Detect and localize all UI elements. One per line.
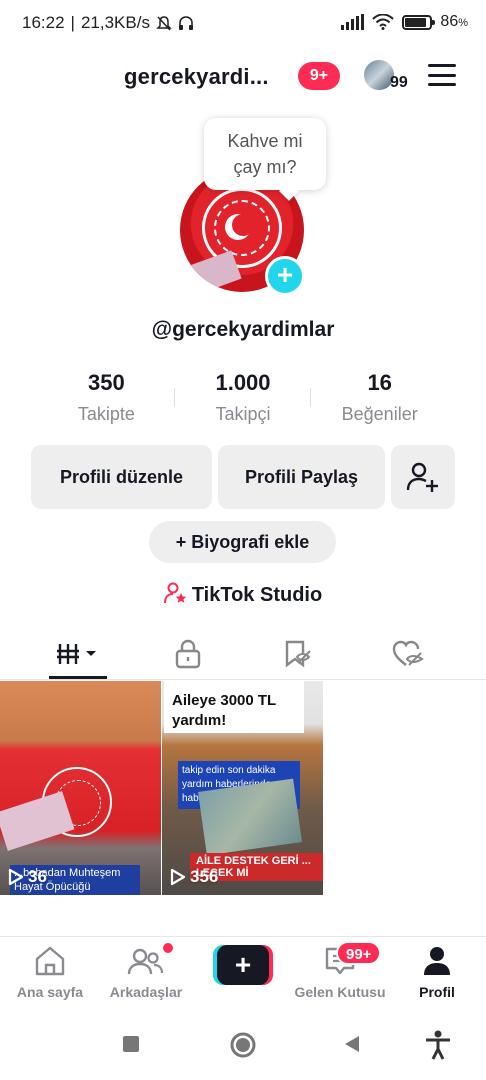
view-count: 36 <box>8 867 47 887</box>
nav-friends[interactable]: Arkadaşlar <box>104 945 188 1000</box>
stat-following[interactable]: 350 Takipte <box>38 370 175 425</box>
heart-hidden-icon <box>392 640 424 666</box>
tab-private[interactable] <box>158 634 218 674</box>
play-icon <box>8 868 24 886</box>
battery-level: 86 <box>440 13 459 30</box>
tab-liked[interactable] <box>378 634 438 674</box>
square-icon <box>123 1036 139 1052</box>
nav-profile[interactable]: Profil <box>408 945 466 1000</box>
accessibility-icon <box>426 1030 450 1060</box>
stat-followers[interactable]: 1.000 Takipçi <box>175 370 312 425</box>
stat-divider <box>310 388 311 406</box>
grid-icon <box>57 644 96 664</box>
headphones-icon <box>178 16 193 30</box>
circle-icon <box>230 1032 256 1058</box>
add-bio-button[interactable]: + Biyografi ekle <box>149 521 336 563</box>
inbox-badge: 99+ <box>336 941 382 965</box>
profile-tabs <box>0 628 486 680</box>
note-line-2: çay mı? <box>233 157 297 177</box>
bookmark-hidden-icon <box>285 640 311 668</box>
triangle-back-icon <box>345 1036 359 1052</box>
recents-button[interactable] <box>121 1034 141 1059</box>
tab-favorites[interactable] <box>268 634 328 674</box>
note-bubble[interactable]: Kahve mi çay mı? <box>204 118 326 190</box>
video-thumbnail[interactable]: Aileye 3000 TL yardım! takip edin son da… <box>162 681 323 895</box>
video-thumbnail[interactable]: ...babadan Muhteşem Hayat Öpücüğü 36 <box>0 681 161 895</box>
friends-notification-dot <box>163 943 173 953</box>
hamburger-menu-icon[interactable] <box>428 64 456 86</box>
add-story-button[interactable]: + <box>265 256 305 296</box>
profile-header: gercekyardi... 9+ 99 <box>0 52 486 102</box>
tab-videos[interactable] <box>48 634 108 674</box>
clock: 16:22 <box>22 13 65 32</box>
lock-icon <box>175 639 201 669</box>
banknotes <box>198 778 302 856</box>
status-right: 86% <box>341 13 468 31</box>
status-left: 16:22 | 21,3KB/s <box>22 13 194 33</box>
username-switcher[interactable]: gercekyardi... <box>124 64 269 90</box>
add-friends-button[interactable] <box>391 445 455 509</box>
home-button[interactable] <box>229 1031 257 1064</box>
share-profile-button[interactable]: Profili Paylaş <box>218 445 385 509</box>
status-bar: 16:22 | 21,3KB/s 86% <box>0 0 486 46</box>
profile-stats: 350 Takipte 1.000 Takipçi 16 Beğeniler <box>38 370 448 425</box>
friends-icon <box>127 948 164 975</box>
accessibility-button[interactable] <box>424 1030 452 1065</box>
plus-icon: + <box>175 532 192 552</box>
tiktok-studio-link[interactable]: TikTok Studio <box>0 582 486 610</box>
profile-icon <box>424 947 450 975</box>
video-title: Aileye 3000 TL yardım! <box>164 681 304 733</box>
bottom-navigation: Ana sayfa Arkadaşlar + Gelen Kutusu 99+ … <box>0 936 486 1008</box>
active-tab-indicator <box>49 676 107 679</box>
stat-divider <box>174 388 175 406</box>
create-button[interactable]: + <box>213 945 273 985</box>
add-person-icon <box>406 462 438 492</box>
signal-icon <box>341 14 365 30</box>
network-speed: 21,3KB/s <box>80 13 150 32</box>
account-notification-badge[interactable]: 9+ <box>298 62 340 90</box>
wifi-icon <box>372 14 395 30</box>
edit-profile-button[interactable]: Profili düzenle <box>31 445 212 509</box>
friends-count: 99 <box>390 74 408 91</box>
back-button[interactable] <box>342 1034 362 1059</box>
profile-handle: @gercekyardimlar <box>151 318 335 341</box>
person-star-icon <box>163 582 188 610</box>
video-grid: ...babadan Muhteşem Hayat Öpücüğü 36 Ail… <box>0 681 486 896</box>
plus-icon: + <box>217 945 269 985</box>
home-icon <box>35 946 65 976</box>
view-count: 356 <box>170 867 218 887</box>
system-navigation-bar <box>0 1016 486 1080</box>
silent-bell-icon <box>156 16 172 31</box>
nav-home[interactable]: Ana sayfa <box>12 945 88 1000</box>
stat-likes[interactable]: 16 Beğeniler <box>311 370 448 425</box>
banknotes <box>0 791 75 851</box>
note-line-1: Kahve mi <box>227 131 303 151</box>
battery-icon <box>402 14 436 30</box>
play-icon <box>170 868 186 886</box>
